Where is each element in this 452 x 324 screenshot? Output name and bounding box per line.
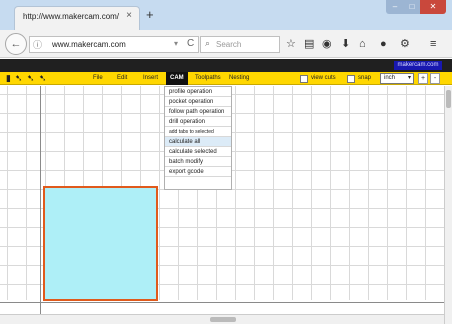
app-header-band: makercam.com [0, 59, 452, 72]
cam-dropdown-menu: profile operation pocket operation follo… [164, 86, 232, 190]
snap-toggle[interactable]: snap [347, 74, 371, 83]
units-value: inch [384, 75, 396, 81]
back-button[interactable]: ← [5, 33, 27, 55]
tab-title: http://www.makercam.com/ [23, 12, 120, 21]
view-cuts-label: view cuts [311, 75, 336, 81]
snap-checkbox[interactable] [347, 74, 355, 83]
select-arrow-icon[interactable]: ▮ [6, 73, 11, 84]
menu-item-drill-operation[interactable]: drill operation [165, 117, 231, 127]
y-axis-line [40, 86, 41, 314]
vertical-scroll-thumb[interactable] [446, 90, 451, 108]
search-placeholder: Search [216, 40, 242, 49]
reading-list-icon[interactable]: ▤ [304, 37, 314, 51]
menu-item-batch-modify[interactable]: batch modify [165, 157, 231, 167]
url-history-dropdown-icon[interactable]: ▾ [174, 39, 178, 48]
star-icon[interactable]: ☆ [286, 37, 296, 51]
download-icon[interactable]: ⬇ [341, 37, 350, 51]
menu-item-follow-path-operation[interactable]: follow path operation [165, 107, 231, 117]
extension-icon[interactable]: ⚙ [400, 37, 410, 51]
horizontal-scrollbar[interactable] [0, 314, 444, 324]
chat-icon[interactable]: ● [380, 37, 387, 51]
zoom-in-button[interactable]: + [418, 73, 428, 84]
rectangle-shape[interactable] [43, 186, 158, 301]
menu-toolpaths[interactable]: Toolpaths [195, 74, 221, 83]
browser-navbar: ← ⓘ www.makercam.com ▾ C ⌕ Search ☆ ▤ ◉ … [0, 30, 452, 58]
app-toolbar: ▮ ➷ ➷ ➷ File Edit Insert CAM Toolpaths N… [0, 72, 452, 85]
menu-cam[interactable]: CAM [166, 72, 188, 85]
view-cuts-toggle[interactable]: view cuts [300, 74, 336, 83]
maximize-window-button[interactable]: □ [404, 0, 420, 14]
menu-icon[interactable]: ≡ [430, 37, 436, 51]
view-cuts-checkbox[interactable] [300, 74, 308, 83]
menu-edit[interactable]: Edit [117, 74, 127, 83]
menu-item-profile-operation[interactable]: profile operation [165, 87, 231, 97]
search-input[interactable]: ⌕ Search [200, 36, 280, 53]
horizontal-scroll-thumb[interactable] [210, 317, 236, 322]
home-icon[interactable]: ⌂ [359, 37, 366, 51]
browser-toolbar-icons: ☆ ▤ ◉ ⬇ ⌂ ● ⚙ ≡ [284, 37, 448, 51]
menu-item-calculate-all[interactable]: calculate all [165, 137, 231, 147]
pen-tool-icon[interactable]: ➷ [15, 73, 23, 84]
zoom-out-button[interactable]: - [430, 73, 440, 84]
menu-insert[interactable]: Insert [143, 74, 158, 83]
menu-item-add-tabs[interactable]: add tabs to selected [165, 127, 231, 137]
x-axis-line [0, 302, 444, 303]
snap-label: snap [358, 75, 372, 81]
node-edit-icon[interactable]: ➷ [27, 73, 35, 84]
new-tab-icon[interactable]: + [146, 8, 154, 22]
close-tab-icon[interactable]: × [126, 10, 132, 22]
browser-tab[interactable]: http://www.makercam.com/ × [14, 6, 140, 30]
menu-nesting[interactable]: Nesting [229, 74, 249, 83]
node-add-icon[interactable]: ➷ [39, 73, 47, 84]
close-window-button[interactable]: ✕ [420, 0, 446, 14]
pocket-icon[interactable]: ◉ [322, 37, 332, 51]
minimize-window-button[interactable]: – [386, 0, 404, 14]
search-icon: ⌕ [205, 38, 211, 48]
reload-icon[interactable]: C [187, 38, 194, 49]
units-select[interactable]: inch ▾ [380, 73, 414, 84]
page-info-icon[interactable]: ⓘ [33, 38, 42, 51]
menu-item-calculate-selected[interactable]: calculate selected [165, 147, 231, 157]
browser-titlebar: http://www.makercam.com/ × + – □ ✕ [0, 0, 452, 30]
url-text[interactable]: www.makercam.com [52, 40, 126, 49]
menu-item-pocket-operation[interactable]: pocket operation [165, 97, 231, 107]
chevron-down-icon: ▾ [407, 75, 411, 81]
window-controls: – □ ✕ [386, 0, 446, 16]
menu-item-export-gcode[interactable]: export gcode [165, 167, 231, 177]
menu-file[interactable]: File [93, 74, 103, 83]
address-bar[interactable]: ⓘ www.makercam.com ▾ C [29, 36, 199, 53]
vertical-scrollbar[interactable] [444, 86, 452, 324]
site-link[interactable]: makercam.com [394, 61, 442, 70]
